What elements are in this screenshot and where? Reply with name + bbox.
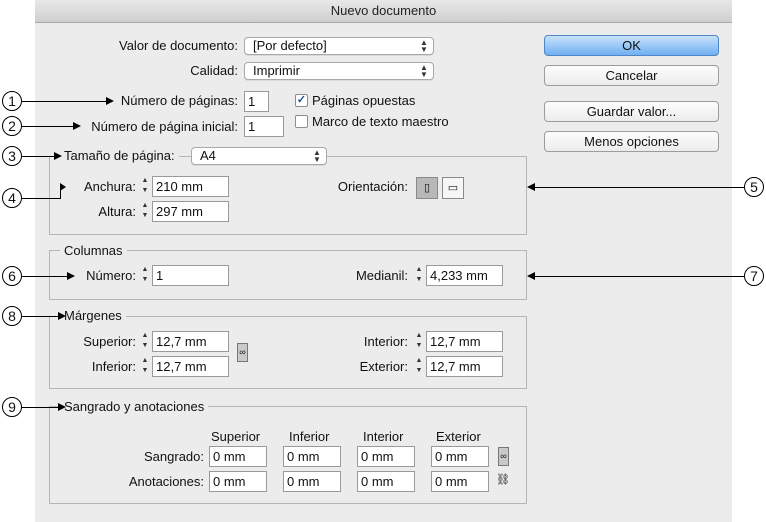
preset-select[interactable]: [Por defecto] ▲ ▼	[244, 37, 434, 55]
save-preset-button[interactable]: Guardar valor...	[544, 101, 719, 122]
page-size-label: Tamaño de página:	[60, 148, 179, 164]
margins-group	[49, 316, 527, 389]
gutter-input[interactable]: 4,233 mm	[426, 265, 503, 286]
margins-title: Márgenes	[60, 308, 126, 324]
callout-9: 9	[2, 397, 22, 417]
arrow-left-icon	[527, 272, 535, 280]
callout-7: 7	[744, 266, 764, 286]
callout-8-line	[22, 316, 60, 317]
window-title: Nuevo documento	[35, 0, 732, 23]
quality-select[interactable]: Imprimir ▲ ▼	[244, 62, 434, 80]
margin-top-stepper[interactable]: ▲ ▼	[140, 331, 150, 352]
landscape-orientation-icon[interactable]: ▭	[442, 177, 464, 199]
master-text-frame-checkbox[interactable]	[295, 115, 308, 128]
pages-input[interactable]: 1	[244, 91, 269, 112]
quality-label: Calidad:	[190, 63, 238, 78]
callout-2: 2	[2, 116, 22, 136]
facing-pages-checkbox[interactable]: ✓	[295, 94, 308, 107]
margin-inside-stepper[interactable]: ▲ ▼	[414, 331, 424, 352]
callout-5: 5	[744, 177, 764, 197]
page-size-select[interactable]: A4 ▲ ▼	[191, 147, 327, 165]
arrow-right-icon	[73, 122, 81, 130]
bleed-outside-input[interactable]: 0 mm	[431, 446, 489, 467]
margin-outside-input[interactable]: 12,7 mm	[426, 356, 503, 377]
height-input[interactable]: 297 mm	[152, 201, 229, 222]
margin-top-input[interactable]: 12,7 mm	[152, 331, 229, 352]
bleed-bottom-input[interactable]: 0 mm	[283, 446, 341, 467]
slug-top-input[interactable]: 0 mm	[209, 471, 267, 492]
up-down-arrows-icon: ▲ ▼	[313, 148, 321, 164]
margin-bottom-input[interactable]: 12,7 mm	[152, 356, 229, 377]
width-label: Anchura:	[83, 179, 136, 194]
callout-6-line	[22, 276, 69, 277]
arrow-right-icon	[58, 403, 66, 411]
callout-7-line	[534, 276, 744, 277]
ok-button[interactable]: OK	[544, 35, 719, 56]
gutter-stepper[interactable]: ▲ ▼	[414, 265, 424, 286]
orientation-label: Orientación:	[337, 179, 408, 194]
arrow-left-icon	[527, 183, 535, 191]
arrow-right-icon	[60, 183, 66, 191]
chain-link-icon[interactable]: ∞	[237, 343, 248, 362]
margin-inside-input[interactable]: 12,7 mm	[426, 331, 503, 352]
start-page-label: Número de página inicial:	[91, 119, 238, 134]
arrow-right-icon	[67, 272, 75, 280]
callout-4: 4	[2, 188, 22, 208]
bleed-col-inside: Interior	[363, 429, 404, 444]
callout-9-line	[22, 407, 60, 408]
callout-8: 8	[2, 306, 22, 326]
margin-inside-label: Interior:	[363, 334, 408, 349]
up-down-arrows-icon: ▲ ▼	[420, 38, 428, 54]
callout-4-line	[22, 198, 60, 199]
slug-row-label: Anotaciones:	[128, 474, 204, 489]
bleed-row-label: Sangrado:	[144, 449, 204, 464]
gutter-label: Medianil:	[355, 268, 408, 283]
arrow-right-icon	[54, 152, 62, 160]
quality-value: Imprimir	[253, 63, 300, 78]
arrow-right-icon	[106, 97, 114, 105]
bleed-slug-title: Sangrado y anotaciones	[60, 399, 209, 415]
arrow-right-icon	[58, 312, 66, 320]
cancel-button[interactable]: Cancelar	[544, 65, 719, 86]
master-text-frame-label: Marco de texto maestro	[312, 114, 449, 129]
bleed-col-bottom: Inferior	[289, 429, 330, 444]
page-size-value: A4	[200, 148, 216, 163]
margin-outside-label: Exterior:	[359, 359, 408, 374]
start-page-input[interactable]: 1	[244, 116, 284, 137]
height-label: Altura:	[98, 204, 136, 219]
preset-value: [Por defecto]	[253, 38, 327, 53]
margin-outside-stepper[interactable]: ▲ ▼	[414, 356, 424, 377]
bleed-col-top: Superior	[211, 429, 261, 444]
slug-inside-input[interactable]: 0 mm	[357, 471, 415, 492]
margin-bottom-label: Inferior:	[91, 359, 136, 374]
preset-label: Valor de documento:	[119, 38, 238, 53]
bleed-col-outside: Exterior	[436, 429, 481, 444]
callout-2-line	[22, 126, 75, 127]
height-stepper[interactable]: ▲ ▼	[140, 201, 150, 222]
broken-link-icon[interactable]: ⛓	[496, 473, 510, 488]
width-input[interactable]: 210 mm	[152, 176, 229, 197]
callout-6: 6	[2, 266, 22, 286]
bleed-inside-input[interactable]: 0 mm	[357, 446, 415, 467]
callout-3-line	[22, 156, 56, 157]
up-down-arrows-icon: ▲ ▼	[420, 63, 428, 79]
margin-bottom-stepper[interactable]: ▲ ▼	[140, 356, 150, 377]
columns-title: Columnas	[60, 243, 127, 259]
column-number-stepper[interactable]: ▲ ▼	[140, 265, 150, 286]
slug-outside-input[interactable]: 0 mm	[431, 471, 489, 492]
column-number-input[interactable]: 1	[152, 265, 229, 286]
facing-pages-label: Páginas opuestas	[312, 93, 416, 108]
fewer-options-button[interactable]: Menos opciones	[544, 131, 719, 152]
slug-bottom-input[interactable]: 0 mm	[283, 471, 341, 492]
callout-5-line	[534, 187, 744, 188]
bleed-top-input[interactable]: 0 mm	[209, 446, 267, 467]
chain-link-icon[interactable]: ∞	[498, 447, 509, 466]
width-stepper[interactable]: ▲ ▼	[140, 176, 150, 197]
callout-1-line	[22, 101, 108, 102]
callout-3: 3	[2, 146, 22, 166]
callout-1: 1	[2, 91, 22, 111]
margin-top-label: Superior:	[83, 334, 136, 349]
portrait-orientation-icon[interactable]: ▯	[416, 177, 438, 199]
